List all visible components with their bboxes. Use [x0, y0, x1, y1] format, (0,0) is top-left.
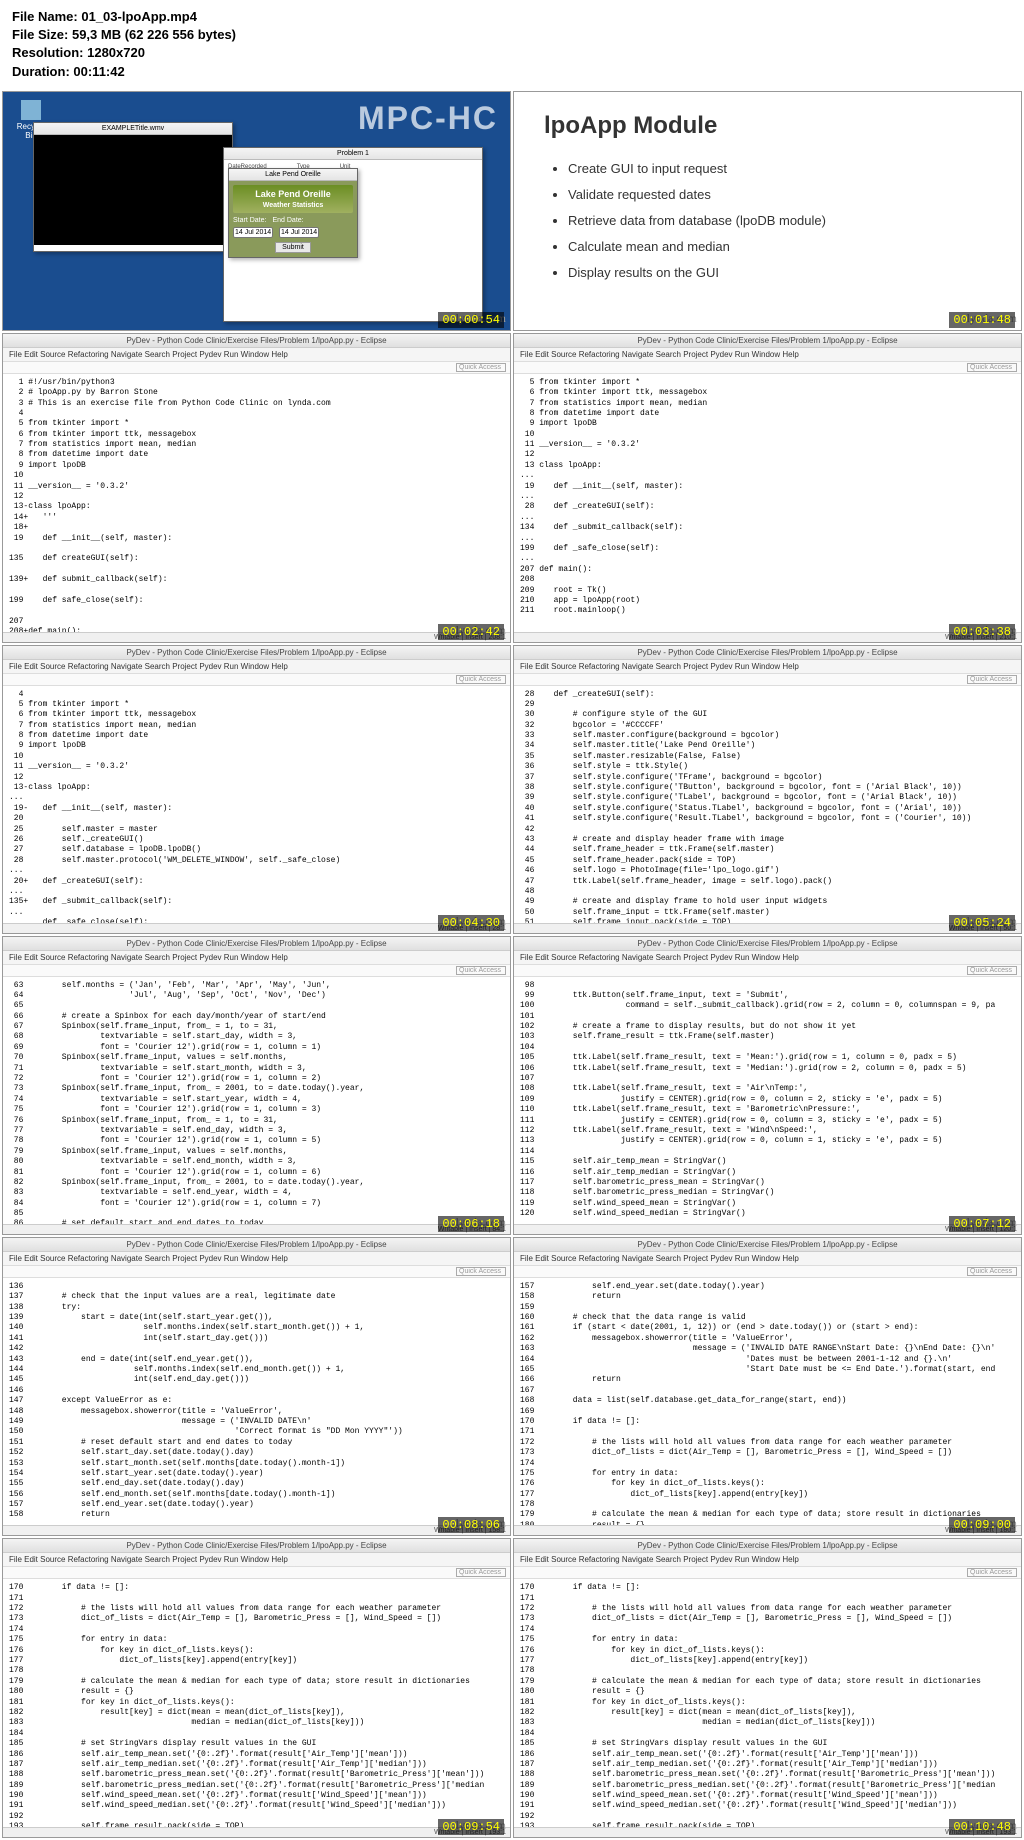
window-title: PyDev - Python Code Clinic/Exercise File… [3, 646, 510, 660]
status-bar: Writable | Insert | 84:1 [3, 1224, 510, 1234]
quick-access-input[interactable]: Quick Access [456, 1267, 506, 1276]
quick-access-input[interactable]: Quick Access [456, 1568, 506, 1577]
timestamp: 00:07:12 [949, 1216, 1015, 1232]
status-bar: Writable | Insert | 180:1 [514, 1525, 1021, 1535]
status-bar: Writable | Insert | 28:1 [3, 923, 510, 933]
thumbnail-10[interactable]: PyDev - Python Code Clinic/Exercise File… [513, 1237, 1022, 1536]
timestamp: 00:08:06 [438, 1517, 504, 1533]
window-title: PyDev - Python Code Clinic/Exercise File… [514, 937, 1021, 951]
toolbar[interactable]: Quick Access [3, 1266, 510, 1278]
timestamp: 00:06:18 [438, 1216, 504, 1232]
status-bar: Writable | Insert | 208:1 [3, 632, 510, 642]
window-title: PyDev - Python Code Clinic/Exercise File… [3, 937, 510, 951]
player-window: EXAMPLETitle.wmv [33, 122, 233, 252]
code-editor[interactable]: 170 if data != []: 171 172 # the lists w… [514, 1579, 1021, 1836]
quick-access-input[interactable]: Quick Access [456, 675, 506, 684]
quick-access-input[interactable]: Quick Access [967, 363, 1017, 372]
toolbar[interactable]: Quick Access [3, 1567, 510, 1579]
thumbnail-7[interactable]: PyDev - Python Code Clinic/Exercise File… [2, 936, 511, 1235]
menubar[interactable]: File Edit Source Refactoring Navigate Se… [514, 1553, 1021, 1567]
slide-title: lpoApp Module [544, 112, 991, 140]
timestamp: 00:05:24 [949, 915, 1015, 931]
menubar[interactable]: File Edit Source Refactoring Navigate Se… [514, 1252, 1021, 1266]
thumbnail-12[interactable]: PyDev - Python Code Clinic/Exercise File… [513, 1538, 1022, 1837]
timestamp: 00:00:54 [438, 312, 504, 328]
thumbnail-8[interactable]: PyDev - Python Code Clinic/Exercise File… [513, 936, 1022, 1235]
toolbar[interactable]: Quick Access [514, 1266, 1021, 1278]
quick-access-input[interactable]: Quick Access [967, 1568, 1017, 1577]
menubar[interactable]: File Edit Source Refactoring Navigate Se… [514, 660, 1021, 674]
window-title: PyDev - Python Code Clinic/Exercise File… [514, 334, 1021, 348]
quick-access-input[interactable]: Quick Access [967, 1267, 1017, 1276]
status-bar: Writable | Insert | 158:1 [3, 1525, 510, 1535]
timestamp: 00:10:48 [949, 1819, 1015, 1835]
status-bar: Writable | Insert | 193:1 [3, 1827, 510, 1837]
lake-app-window: Lake Pend Oreille Lake Pend OreilleWeath… [228, 168, 358, 258]
menubar[interactable]: File Edit Source Refactoring Navigate Se… [514, 348, 1021, 362]
status-bar: Writable | Insert | 50:1 [514, 923, 1021, 933]
status-bar: Writable | Insert | 193:1 [514, 1827, 1021, 1837]
thumbnail-4[interactable]: PyDev - Python Code Clinic/Exercise File… [513, 333, 1022, 643]
slide-bullets: Create GUI to input request Validate req… [544, 156, 991, 286]
timestamp: 00:03:38 [949, 624, 1015, 640]
thumbnail-6[interactable]: PyDev - Python Code Clinic/Exercise File… [513, 645, 1022, 934]
timestamp: 00:09:00 [949, 1517, 1015, 1533]
status-bar: Writable | Insert | 120:1 [514, 1224, 1021, 1234]
timestamp: 00:04:30 [438, 915, 504, 931]
toolbar[interactable]: Quick Access [514, 362, 1021, 374]
window-title: PyDev - Python Code Clinic/Exercise File… [3, 1539, 510, 1553]
code-editor[interactable]: 157 self.end_year.set(date.today().year)… [514, 1278, 1021, 1535]
timestamp: 00:02:42 [438, 624, 504, 640]
menubar[interactable]: File Edit Source Refactoring Navigate Se… [3, 348, 510, 362]
menubar[interactable]: File Edit Source Refactoring Navigate Se… [514, 951, 1021, 965]
code-editor[interactable]: 63 self.months = ('Jan', 'Feb', 'Mar', '… [3, 977, 510, 1234]
code-editor[interactable]: 1 #!/usr/bin/python3 2 # lpoApp.py by Ba… [3, 374, 510, 642]
quick-access-input[interactable]: Quick Access [456, 363, 506, 372]
window-title: PyDev - Python Code Clinic/Exercise File… [514, 646, 1021, 660]
problem-window: Problem 1 DateRecordedTypeUnit Lake Pend… [223, 147, 483, 322]
toolbar[interactable]: Quick Access [3, 362, 510, 374]
window-title: PyDev - Python Code Clinic/Exercise File… [514, 1238, 1021, 1252]
code-editor[interactable]: 170 if data != []: 171 172 # the lists w… [3, 1579, 510, 1836]
window-title: PyDev - Python Code Clinic/Exercise File… [3, 1238, 510, 1252]
menubar[interactable]: File Edit Source Refactoring Navigate Se… [3, 1252, 510, 1266]
menubar[interactable]: File Edit Source Refactoring Navigate Se… [3, 660, 510, 674]
thumbnail-2[interactable]: lpoApp Module Create GUI to input reques… [513, 91, 1022, 331]
quick-access-input[interactable]: Quick Access [967, 675, 1017, 684]
thumbnail-1[interactable]: MPC-HC Recycle Bin EXAMPLETitle.wmv Prob… [2, 91, 511, 331]
thumbnail-5[interactable]: PyDev - Python Code Clinic/Exercise File… [2, 645, 511, 934]
toolbar[interactable]: Quick Access [514, 1567, 1021, 1579]
code-editor[interactable]: 5 from tkinter import * 6 from tkinter i… [514, 374, 1021, 621]
window-title: PyDev - Python Code Clinic/Exercise File… [3, 334, 510, 348]
timestamp: 00:09:54 [438, 1819, 504, 1835]
thumbnail-9[interactable]: PyDev - Python Code Clinic/Exercise File… [2, 1237, 511, 1536]
code-editor[interactable]: 98 99 ttk.Button(self.frame_input, text … [514, 977, 1021, 1224]
code-editor[interactable]: 4 5 from tkinter import * 6 from tkinter… [3, 686, 510, 933]
file-metadata: File Name: 01_03-lpoApp.mp4 File Size: 5… [0, 0, 1024, 89]
toolbar[interactable]: Quick Access [514, 965, 1021, 977]
toolbar[interactable]: Quick Access [3, 965, 510, 977]
toolbar[interactable]: Quick Access [3, 674, 510, 686]
toolbar[interactable]: Quick Access [514, 674, 1021, 686]
thumbnail-11[interactable]: PyDev - Python Code Clinic/Exercise File… [2, 1538, 511, 1837]
timestamp: 00:01:48 [949, 312, 1015, 328]
window-title: PyDev - Python Code Clinic/Exercise File… [514, 1539, 1021, 1553]
submit-button[interactable]: Submit [275, 242, 311, 253]
quick-access-input[interactable]: Quick Access [456, 966, 506, 975]
status-bar: Writable | Insert | 210:1 [514, 632, 1021, 642]
menubar[interactable]: File Edit Source Refactoring Navigate Se… [3, 1553, 510, 1567]
code-editor[interactable]: 136 137 # check that the input values ar… [3, 1278, 510, 1525]
quick-access-input[interactable]: Quick Access [967, 966, 1017, 975]
code-editor[interactable]: 28 def _createGUI(self): 29 30 # configu… [514, 686, 1021, 933]
thumbnail-grid: MPC-HC Recycle Bin EXAMPLETitle.wmv Prob… [0, 89, 1024, 1840]
mpc-watermark: MPC-HC [358, 100, 498, 137]
thumbnail-3[interactable]: PyDev - Python Code Clinic/Exercise File… [2, 333, 511, 643]
menubar[interactable]: File Edit Source Refactoring Navigate Se… [3, 951, 510, 965]
